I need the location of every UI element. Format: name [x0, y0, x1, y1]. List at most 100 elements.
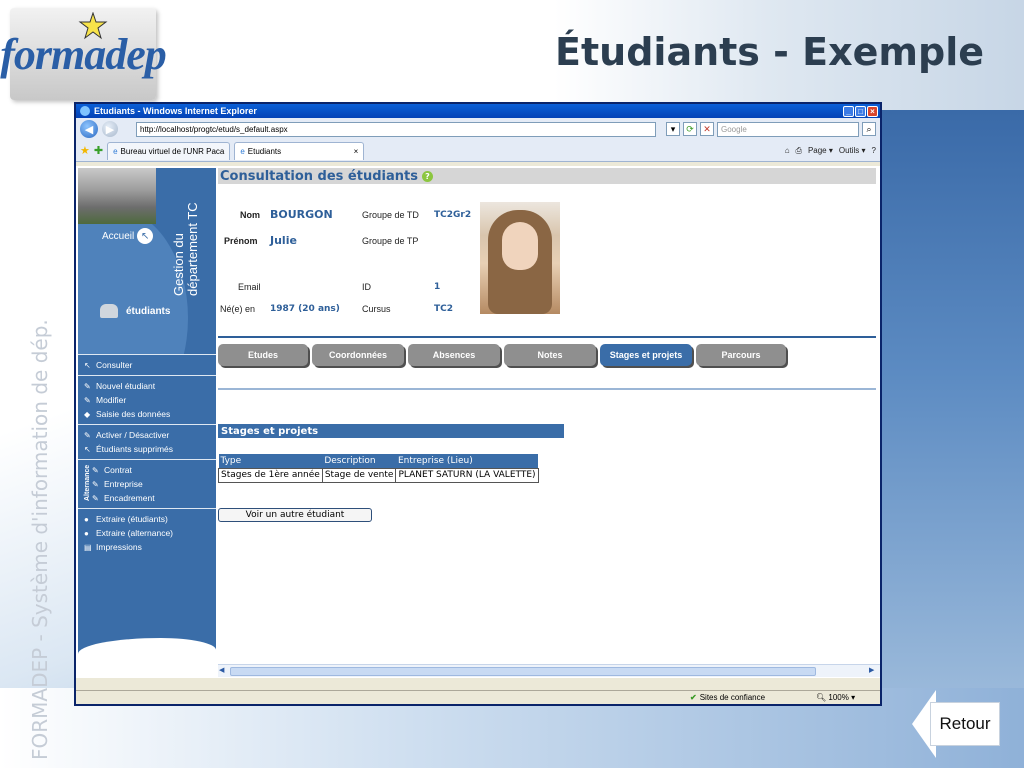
slide-side-text: FORMADEP - Système d'information de dép. [28, 319, 52, 760]
column-header: Entreprise (Lieu) [395, 454, 539, 468]
tab-stages-projets[interactable]: Stages et projets [600, 344, 692, 366]
menu-label: Extraire (étudiants) [96, 514, 168, 524]
groupe-td-label: Groupe de TD [362, 210, 419, 220]
back-button[interactable]: ◀ [80, 120, 98, 138]
id-value: 1 [434, 282, 441, 292]
tab-bureau-virtuel[interactable]: e Bureau virtuel de l'UNR Paca [107, 141, 231, 160]
add-favorite-icon[interactable]: ✚ [94, 144, 103, 157]
page-menu[interactable]: Page ▾ [808, 146, 833, 156]
table-cell: Stage de vente [321, 467, 397, 483]
tab-label: Etudiants [247, 146, 282, 156]
window-title: Etudiants - Windows Internet Explorer [94, 106, 257, 116]
tab-close-icon[interactable]: × [354, 147, 359, 156]
tab-coordonnees[interactable]: Coordonnées [312, 344, 404, 366]
menu-label: Saisie des données [96, 409, 171, 419]
browser-window: Etudiants - Windows Internet Explorer _ … [74, 102, 882, 706]
cursus-value: TC2 [434, 304, 454, 314]
menu-item-consulter[interactable]: ↖ Consulter [84, 358, 216, 372]
site-sidebar: Accueil ↖ Gestion du département TC étud… [78, 168, 216, 678]
minimize-button[interactable]: _ [843, 105, 854, 117]
sidebar-header: Accueil ↖ Gestion du département TC étud… [78, 168, 216, 354]
menu-item-modifier[interactable]: ✎ Modifier [84, 393, 216, 407]
student-photo [480, 202, 560, 314]
menu-label: Entreprise [104, 479, 143, 489]
tool-icon: ✎ [92, 493, 99, 503]
cursus-label: Cursus [362, 304, 391, 314]
menu-group-edit: ✎ Nouvel étudiant ✎ Modifier ◆ Saisie de… [78, 375, 216, 424]
menu-label: Impressions [96, 542, 142, 552]
menu-item-saisie[interactable]: ◆ Saisie des données [84, 407, 216, 421]
zoom-control[interactable]: 🔍︎ 100% ▾ [816, 693, 855, 702]
menu-group-activation: ✎ Activer / Désactiver ↖ Étudiants suppr… [78, 424, 216, 459]
home-icon[interactable]: ⌂ [785, 146, 790, 156]
close-button[interactable]: × [867, 105, 878, 117]
window-titlebar: Etudiants - Windows Internet Explorer _ … [76, 104, 880, 118]
scroll-right-icon[interactable]: ▶ [869, 666, 879, 676]
search-icon[interactable]: ⌕ [862, 122, 876, 136]
menu-item-supprimes[interactable]: ↖ Étudiants supprimés [84, 442, 216, 456]
retour-button[interactable]: Retour [912, 690, 1006, 758]
security-zone: ✔ Sites de confiance [690, 693, 765, 702]
tab-etudiants[interactable]: e Etudiants × [234, 141, 365, 160]
menu-item-extraire-etudiants[interactable]: ● Extraire (étudiants) [84, 512, 216, 526]
search-placeholder: Google [721, 124, 747, 134]
ie-page-icon: e [240, 146, 245, 156]
address-url: http://localhost/progtc/etud/s_default.a… [140, 124, 288, 134]
command-bar: ⌂ ⎙ Page ▾ Outils ▾ ? [785, 146, 876, 156]
people-icon [100, 304, 118, 318]
scroll-thumb[interactable] [230, 667, 816, 676]
tab-notes[interactable]: Notes [504, 344, 596, 366]
sidebar-curve [78, 638, 216, 678]
ne-en-value: 1987 (20 ans) [270, 304, 340, 314]
table-row: Stages de 1ère année Stage de vente PLAN… [218, 467, 539, 483]
refresh-icon[interactable]: ⟳ [683, 122, 697, 136]
checkmark-icon: ✔ [690, 693, 697, 702]
stop-icon[interactable]: ✕ [700, 122, 714, 136]
menu-item-nouvel-etudiant[interactable]: ✎ Nouvel étudiant [84, 379, 216, 393]
ie-page-icon: e [113, 146, 118, 156]
menu-item-encadrement[interactable]: ✎ Encadrement [92, 491, 155, 505]
help-icon[interactable]: ? [872, 146, 876, 156]
tab-row: ★ ✚ e Bureau virtuel de l'UNR Paca e Etud… [76, 140, 880, 162]
zoom-icon: 🔍︎ [816, 693, 827, 702]
sidebar-title: Gestion du département TC [171, 202, 200, 296]
favorites-star-icon[interactable]: ★ [80, 144, 90, 157]
search-input[interactable]: Google [717, 121, 859, 137]
alternance-label: Alternance [84, 464, 91, 501]
horizontal-scrollbar[interactable]: ◀ ▶ [218, 664, 880, 677]
address-bar[interactable]: http://localhost/progtc/etud/s_default.a… [136, 121, 656, 137]
menu-label: Encadrement [104, 493, 155, 503]
print-icon[interactable]: ⎙ [796, 146, 802, 156]
menu-item-impressions[interactable]: ▤ Impressions [84, 540, 216, 554]
voir-autre-etudiant-button[interactable]: Voir un autre étudiant [218, 508, 372, 522]
export-icon: ● [84, 528, 89, 538]
tab-etudes[interactable]: Etudes [218, 344, 308, 366]
tool-icon: ✎ [84, 381, 91, 391]
slide-title: Étudiants - Exemple [555, 30, 984, 74]
scroll-left-icon[interactable]: ◀ [219, 666, 229, 676]
menu-item-extraire-alternance[interactable]: ● Extraire (alternance) [84, 526, 216, 540]
accueil-link[interactable]: Accueil ↖ [102, 228, 154, 244]
menu-label: Extraire (alternance) [96, 528, 174, 538]
groupe-td-value: TC2Gr2 [434, 210, 472, 220]
nom-value: BOURGON [270, 208, 333, 221]
menu-item-entreprise[interactable]: ✎ Entreprise [92, 477, 155, 491]
dropdown-button[interactable]: ▾ [666, 122, 680, 136]
etudiants-section: étudiants [100, 304, 170, 318]
maximize-button[interactable]: □ [855, 105, 866, 117]
column-header: Type [218, 454, 323, 468]
menu-item-contrat[interactable]: ✎ Contrat [92, 463, 155, 477]
slide-blue-wave [874, 110, 1024, 768]
tools-menu[interactable]: Outils ▾ [839, 146, 866, 156]
ne-en-label: Né(e) en [220, 304, 256, 314]
tab-parcours[interactable]: Parcours [696, 344, 786, 366]
forward-button[interactable]: ▶ [102, 121, 118, 137]
tool-icon: ✎ [84, 430, 91, 440]
help-icon[interactable]: ? [421, 170, 433, 182]
prenom-value: Julie [270, 234, 297, 247]
formadep-logo: formadep [0, 8, 167, 100]
ie-icon [80, 106, 90, 116]
sidebar-title-line1: Gestion du [171, 233, 186, 296]
tab-absences[interactable]: Absences [408, 344, 500, 366]
menu-item-activer[interactable]: ✎ Activer / Désactiver [84, 428, 216, 442]
